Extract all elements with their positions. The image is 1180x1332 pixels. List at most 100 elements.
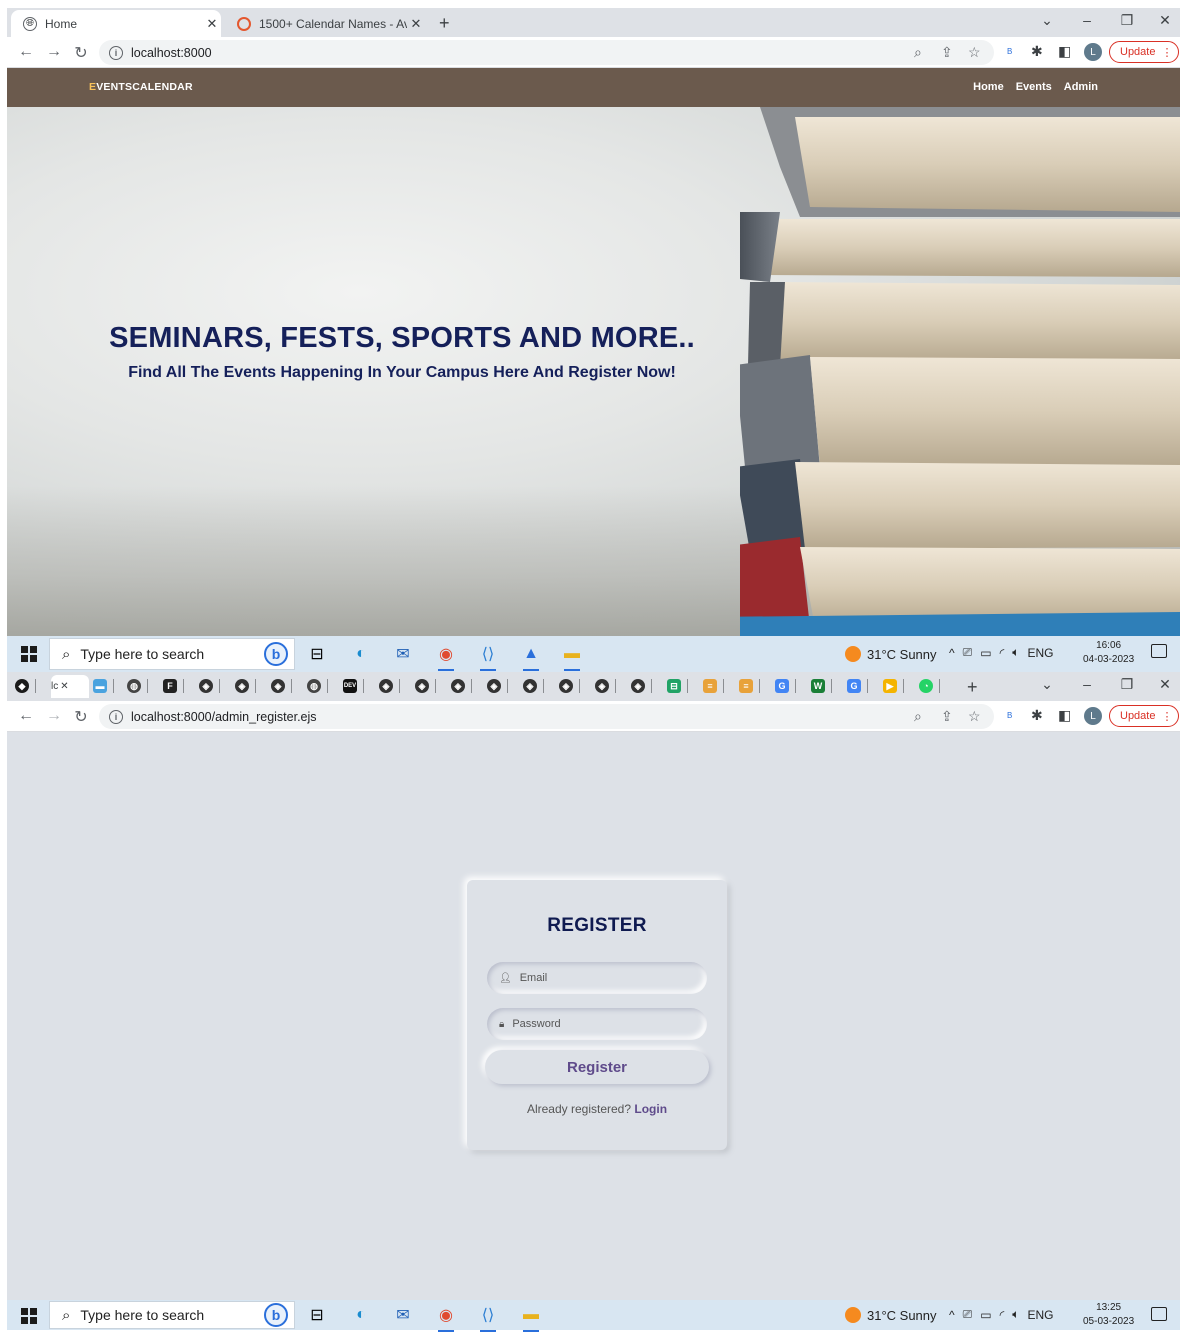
volume-icon[interactable]: 🔈︎ <box>1012 1307 1019 1322</box>
tab-calendar-names[interactable]: 1500+ Calendar Names - Availab ✕ <box>225 10 425 37</box>
tab-7[interactable]: ◈ <box>271 678 301 694</box>
tray-chevron-icon[interactable]: ^ <box>949 646 955 660</box>
password-field[interactable]: 🔒︎ <box>487 1008 707 1040</box>
meet-now-icon[interactable]: ⎚ <box>963 1307 973 1322</box>
chrome-icon[interactable]: ◉ <box>434 642 458 671</box>
reload-icon[interactable]: ↻ <box>70 707 92 727</box>
profile-avatar[interactable]: L <box>1084 43 1102 61</box>
login-link[interactable]: Login <box>634 1102 667 1116</box>
tab-4[interactable]: F <box>163 678 193 694</box>
language-indicator[interactable]: ENG <box>1027 646 1053 660</box>
minimize-icon[interactable]: – <box>1067 12 1107 28</box>
weather-widget[interactable]: 31°C Sunny <box>845 1307 937 1323</box>
new-tab-icon[interactable]: + <box>439 13 450 34</box>
tab-active[interactable]: lc ✕ <box>51 675 89 698</box>
email-field[interactable]: 👤︎ <box>487 962 707 994</box>
side-panel-icon[interactable]: ◧ <box>1058 707 1071 724</box>
chrome-icon[interactable]: ◉ <box>434 1303 458 1332</box>
address-bar[interactable]: i localhost:8000 <box>99 40 994 65</box>
close-window-icon[interactable]: ✕ <box>1145 12 1180 29</box>
edge-icon[interactable]: ◐ <box>349 1303 373 1327</box>
tab-21[interactable]: G <box>775 678 805 694</box>
update-button[interactable]: Update ⋮ <box>1109 41 1180 63</box>
forward-icon[interactable]: → <box>43 43 65 61</box>
address-bar[interactable]: i localhost:8000/admin_register.ejs <box>99 704 994 729</box>
task-view-icon[interactable]: ⊟ <box>305 642 329 666</box>
nav-admin[interactable]: Admin <box>1064 81 1098 93</box>
file-explorer-icon[interactable]: ▬ <box>519 1303 543 1332</box>
close-icon[interactable]: ✕ <box>407 16 425 32</box>
tab-8[interactable]: ◍ <box>307 678 337 694</box>
update-button[interactable]: Update ⋮ <box>1109 705 1180 727</box>
close-icon[interactable]: ✕ <box>60 681 68 692</box>
site-logo[interactable]: EVENTSCALENDAR <box>89 81 193 93</box>
bing-icon[interactable]: b <box>264 642 288 666</box>
taskbar-search[interactable]: ⌕ Type here to search b <box>49 638 295 670</box>
mail-icon[interactable]: ✉ <box>391 642 415 666</box>
battery-icon[interactable]: ▭ <box>980 646 991 660</box>
tab-18[interactable]: ⊟ <box>667 678 697 694</box>
weather-widget[interactable]: 31°C Sunny <box>845 646 937 662</box>
battery-icon[interactable]: ▭ <box>980 1308 991 1322</box>
side-panel-icon[interactable]: ◧ <box>1058 43 1071 60</box>
tab-6[interactable]: ◈ <box>235 678 265 694</box>
zoom-icon[interactable]: ⌕ <box>914 708 922 725</box>
tab-5[interactable]: ◈ <box>199 678 229 694</box>
zoom-icon[interactable]: ⌕ <box>914 44 922 61</box>
info-icon[interactable]: i <box>109 709 123 724</box>
tab-19[interactable]: ≡ <box>703 678 733 694</box>
register-button[interactable]: Register <box>485 1050 709 1084</box>
task-view-icon[interactable]: ⊟ <box>305 1303 329 1327</box>
tab-9[interactable]: DEV <box>343 678 373 694</box>
notifications-icon[interactable] <box>1151 1307 1167 1321</box>
restore-icon[interactable]: ❐ <box>1107 676 1147 693</box>
tab-20[interactable]: ≡ <box>739 678 769 694</box>
new-tab-icon[interactable]: + <box>967 677 978 698</box>
wifi-icon[interactable]: ◜ <box>1000 1308 1005 1322</box>
wifi-icon[interactable]: ◜ <box>1000 646 1005 660</box>
share-icon[interactable]: ⇪ <box>941 44 953 61</box>
back-icon[interactable]: ← <box>15 43 37 61</box>
tab-25[interactable]: ◔ <box>919 678 949 694</box>
file-explorer-icon[interactable]: ▬ <box>560 642 584 671</box>
tab-22[interactable]: W <box>811 678 841 694</box>
tab-home[interactable]: 🌐︎ Home ✕ <box>11 10 221 37</box>
tab-17[interactable]: ◈ <box>631 678 661 694</box>
close-icon[interactable]: ✕ <box>203 16 221 32</box>
mail-icon[interactable]: ✉ <box>391 1303 415 1327</box>
email-input[interactable] <box>519 972 690 984</box>
restore-icon[interactable]: ❐ <box>1107 12 1147 29</box>
tab-12[interactable]: ◈ <box>451 678 481 694</box>
language-indicator[interactable]: ENG <box>1027 1308 1053 1322</box>
extension-b-icon[interactable]: B <box>1007 711 1012 720</box>
bookmark-star-icon[interactable]: ☆ <box>968 708 981 725</box>
edge-icon[interactable]: ◐ <box>349 642 373 666</box>
tab-13[interactable]: ◈ <box>487 678 517 694</box>
nav-home[interactable]: Home <box>973 81 1004 93</box>
meet-now-icon[interactable]: ⎚ <box>963 645 973 660</box>
volume-icon[interactable]: 🔈︎ <box>1012 645 1019 660</box>
tray-chevron-icon[interactable]: ^ <box>949 1308 955 1322</box>
close-window-icon[interactable]: ✕ <box>1145 676 1180 693</box>
back-icon[interactable]: ← <box>15 707 37 725</box>
profile-avatar[interactable]: L <box>1084 707 1102 725</box>
bing-icon[interactable]: b <box>264 1303 288 1327</box>
photos-icon[interactable]: ▲ <box>519 642 543 671</box>
clock[interactable]: 16:06 04-03-2023 <box>1083 639 1134 667</box>
tab-search-chevron-icon[interactable]: ⌄ <box>1027 676 1067 693</box>
tab-23[interactable]: G <box>847 678 877 694</box>
reload-icon[interactable]: ↻ <box>70 43 92 63</box>
tab-24[interactable]: ▶ <box>883 678 913 694</box>
taskbar-search[interactable]: ⌕ Type here to search b <box>49 1301 295 1329</box>
password-input[interactable] <box>512 1018 683 1030</box>
minimize-icon[interactable]: – <box>1067 676 1107 692</box>
tab-15[interactable]: ◈ <box>559 678 589 694</box>
tab-search-chevron-icon[interactable]: ⌄ <box>1027 12 1067 29</box>
extensions-puzzle-icon[interactable]: ✱ <box>1031 43 1043 60</box>
forward-icon[interactable]: → <box>43 707 65 725</box>
nav-events[interactable]: Events <box>1016 81 1052 93</box>
windows-start-icon[interactable] <box>21 1308 37 1324</box>
extensions-puzzle-icon[interactable]: ✱ <box>1031 707 1043 724</box>
tab-11[interactable]: ◈ <box>415 678 445 694</box>
tab-2[interactable]: ▬ <box>93 678 123 694</box>
